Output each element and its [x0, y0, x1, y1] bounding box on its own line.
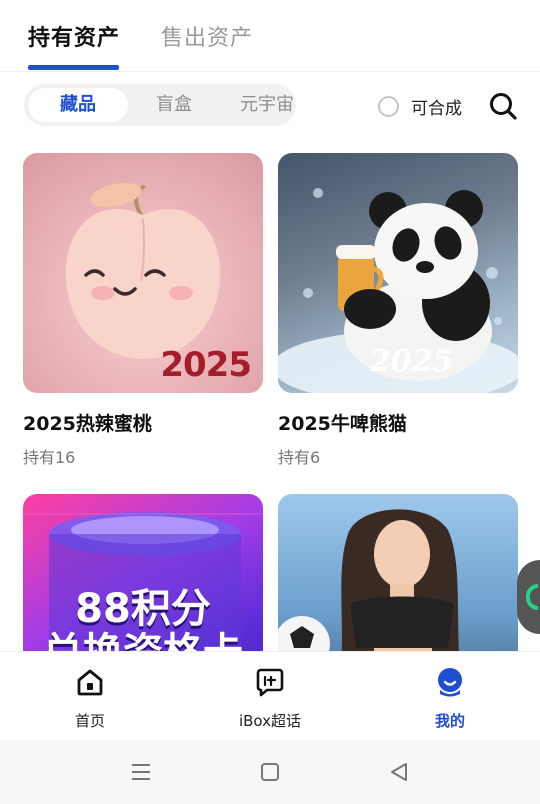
nav-mine-label: 我的 — [434, 712, 465, 730]
search-button[interactable] — [488, 91, 518, 121]
floating-side-button[interactable] — [517, 560, 540, 634]
bottom-navigation: 首页 iBox超话 我的 — [0, 652, 540, 740]
holding-count: 持有6 — [278, 448, 321, 467]
combinable-label: 可合成 — [411, 98, 462, 119]
collectible-title: 2025牛啤熊猫 — [278, 413, 407, 435]
active-tab-indicator — [28, 65, 119, 70]
collectible-image: 2025 — [23, 153, 263, 393]
collectible-title: 2025热辣蜜桃 — [23, 413, 152, 435]
collectible-image: 2025 — [278, 153, 518, 393]
tab-sold-assets[interactable]: 售出资产 — [161, 20, 253, 52]
category-segment: 藏品 盲盒 元宇宙 — [24, 84, 296, 126]
nav-home[interactable]: 首页 — [30, 666, 150, 731]
floating-button-icon — [526, 584, 538, 610]
home-icon — [77, 669, 103, 696]
home-square-icon[interactable] — [256, 758, 284, 786]
tab-held-assets[interactable]: 持有资产 — [28, 20, 120, 52]
combinable-filter[interactable]: 可合成 — [378, 94, 462, 119]
nav-home-label: 首页 — [74, 712, 105, 730]
nav-ibox-topics[interactable]: iBox超话 — [210, 666, 330, 731]
menu-icon[interactable] — [127, 758, 155, 786]
profile-icon — [438, 668, 462, 697]
search-icon — [490, 93, 517, 120]
asset-tabs: 持有资产 售出资产 — [0, 0, 540, 72]
segment-collectibles[interactable]: 藏品 — [28, 88, 128, 122]
combinable-radio[interactable] — [378, 95, 399, 117]
back-triangle-icon[interactable] — [385, 758, 413, 786]
holding-count: 持有16 — [23, 448, 76, 467]
year-label: 2025 — [160, 345, 252, 385]
nav-mine[interactable]: 我的 — [390, 666, 510, 731]
system-navigation-bar — [0, 740, 540, 804]
chat-bubble-icon — [256, 668, 284, 697]
nav-ibox-topics-label: iBox超话 — [238, 712, 302, 730]
collectible-card[interactable]: 2025 2025热辣蜜桃 持有16 — [23, 153, 263, 468]
year-label: 2025 — [370, 344, 454, 379]
segment-metaverse[interactable]: 元宇宙 — [220, 88, 314, 122]
segment-blind-box[interactable]: 盲盒 — [128, 88, 220, 122]
collectible-card[interactable]: 2025 2025牛啤熊猫 持有6 — [278, 153, 518, 468]
